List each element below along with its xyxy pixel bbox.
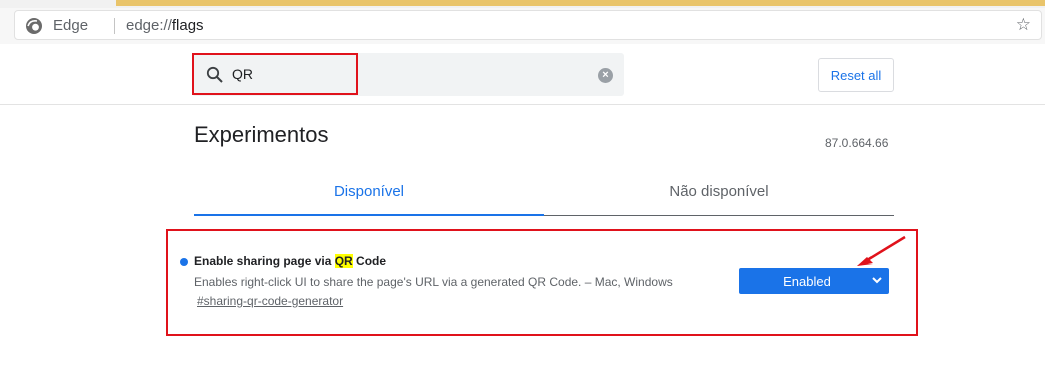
url-path: flags [171, 17, 204, 34]
url-text[interactable]: edge://flags [126, 17, 204, 34]
page-title: Experimentos [194, 122, 329, 147]
reset-all-button[interactable]: Reset all [818, 58, 894, 92]
search-match-highlight: QR [334, 254, 353, 268]
experiment-modified-dot [180, 258, 188, 266]
experiment-permalink[interactable]: #sharing-qr-code-generator [197, 294, 343, 308]
search-annotation-box [192, 53, 358, 95]
experiment-name-end: Code [352, 254, 387, 268]
star-icon[interactable]: ☆ [1016, 16, 1031, 34]
address-bar[interactable]: Edge edge://flags ☆ [14, 10, 1042, 40]
tab-unavailable[interactable]: Não disponível [544, 183, 894, 200]
flags-header: × Reset all [0, 44, 1045, 105]
experiment-description: Enables right-click UI to share the page… [194, 275, 673, 289]
experiment-state-select[interactable]: Enabled [739, 268, 889, 294]
red-arrow-annotation [857, 235, 906, 266]
omnibox-divider [114, 18, 115, 34]
tab-available[interactable]: Disponível [194, 183, 544, 200]
experiment-name-start: Enable sharing page via [194, 254, 335, 268]
experiment-name: Enable sharing page via QR Code [194, 254, 386, 268]
active-tab-indicator [194, 214, 544, 216]
browser-toolbar: Edge edge://flags ☆ [0, 8, 1045, 44]
edge-logo-icon [26, 18, 42, 34]
accent-bar [116, 0, 1045, 6]
chevron-down-icon [872, 277, 882, 284]
browser-name: Edge [53, 17, 89, 34]
url-scheme: edge:// [126, 17, 172, 34]
version-label: 87.0.664.66 [825, 136, 889, 150]
clear-search-icon[interactable]: × [598, 68, 613, 83]
select-value: Enabled [783, 274, 831, 289]
window-top-strip [0, 0, 1045, 8]
